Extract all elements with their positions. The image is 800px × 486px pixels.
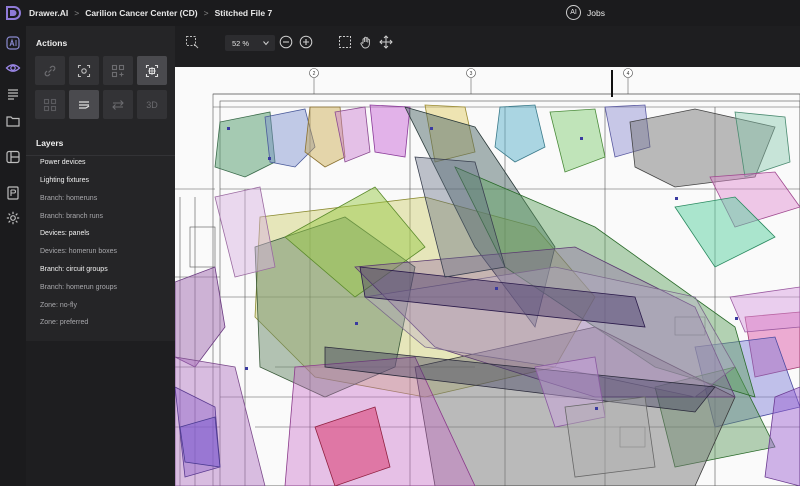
swap-action-button[interactable] <box>103 90 133 119</box>
marquee-select-icon[interactable] <box>338 35 352 49</box>
ai-assistant-icon[interactable] <box>5 35 21 51</box>
add-grid-action-button[interactable] <box>103 56 133 85</box>
layers-title: Layers <box>36 138 64 148</box>
eye-icon[interactable] <box>5 60 21 76</box>
layer-item-branch-homeruns[interactable]: Branch: homeruns <box>40 195 97 202</box>
layer-item-zone-no-fly[interactable]: Zone: no-fly <box>40 302 77 309</box>
grid-marker-label: 4 <box>627 71 630 77</box>
zoom-value: 52 % <box>232 38 250 48</box>
layer-item-homerun-groups[interactable]: Branch: homerun groups <box>40 284 117 291</box>
lines-action-button[interactable] <box>69 90 99 119</box>
layer-item-homerun-boxes[interactable]: Devices: homerun boxes <box>40 248 117 255</box>
grid-plus-icon <box>111 64 125 77</box>
canvas-toolbar: 52 % <box>175 26 800 67</box>
zoom-out-icon[interactable] <box>279 35 293 49</box>
layout-panels-icon[interactable] <box>5 149 21 165</box>
drawing-canvas[interactable]: 2 3 4 <box>175 67 800 486</box>
focus-select-action-button[interactable] <box>69 56 99 85</box>
drawer-logo-icon[interactable] <box>4 4 22 22</box>
3d-label: 3D <box>146 99 158 110</box>
target-action-button[interactable] <box>137 56 167 85</box>
grid-action-button[interactable] <box>35 90 65 119</box>
gear-icon[interactable] <box>5 210 21 226</box>
top-bar: Drawer.AI > Carilion Cancer Center (CD) … <box>0 0 800 26</box>
lines-icon <box>79 100 90 109</box>
target-frame-icon <box>145 64 159 77</box>
move-arrows-icon[interactable] <box>379 35 393 49</box>
actions-title: Actions <box>36 38 68 48</box>
panel-divider <box>26 155 175 156</box>
layer-item-branch-runs[interactable]: Branch: branch runs <box>40 213 103 220</box>
grid-marker-3: 3 <box>466 68 476 94</box>
document-icon[interactable] <box>5 185 21 201</box>
layer-item-devices-panels[interactable]: Devices: panels <box>40 230 89 237</box>
side-panel-empty-area <box>26 341 175 486</box>
ai-button[interactable]: AI <box>566 5 581 20</box>
link-icon <box>44 65 56 76</box>
zoom-select[interactable]: 52 % <box>225 35 275 51</box>
grid-marker-label: 2 <box>313 71 316 77</box>
breadcrumb-item-org[interactable]: Drawer.AI <box>29 8 68 18</box>
breadcrumb-separator: > <box>203 8 209 18</box>
breadcrumb: Drawer.AI > Carilion Cancer Center (CD) … <box>29 0 272 26</box>
circuit-group-overlays <box>175 104 800 486</box>
list-icon[interactable] <box>5 86 21 102</box>
layer-item-zone-preferred[interactable]: Zone: preferred <box>40 319 88 326</box>
layer-item-power-devices[interactable]: Power devices <box>40 159 86 166</box>
breadcrumb-item-file[interactable]: Stitched File 7 <box>215 8 273 18</box>
grid-marker-4: 4 <box>623 68 633 94</box>
icon-rail <box>0 26 26 486</box>
floorplan-drawing: 2 3 4 <box>175 68 800 486</box>
select-area-icon[interactable] <box>185 35 199 49</box>
grid-marker-2: 2 <box>309 68 319 94</box>
breadcrumb-item-project[interactable]: Carilion Cancer Center (CD) <box>85 8 197 18</box>
layer-item-lighting-fixtures[interactable]: Lighting fixtures <box>40 177 89 184</box>
layer-item-circuit-groups[interactable]: Branch: circuit groups <box>40 266 108 273</box>
folder-icon[interactable] <box>5 113 21 129</box>
3d-action-button[interactable]: 3D <box>137 90 167 119</box>
zoom-in-icon[interactable] <box>299 35 313 49</box>
grid-marker-label: 3 <box>470 71 473 77</box>
side-panel: Actions 3D Layers Power devices Lighting… <box>26 26 175 341</box>
swap-arrows-icon <box>112 99 124 110</box>
pan-hand-icon[interactable] <box>359 35 373 49</box>
grid-icon <box>43 98 57 111</box>
link-action-button[interactable] <box>35 56 65 85</box>
jobs-link[interactable]: Jobs <box>587 0 605 26</box>
breadcrumb-separator: > <box>74 8 80 18</box>
chevron-down-icon <box>263 41 269 46</box>
focus-frame-icon <box>77 64 91 77</box>
